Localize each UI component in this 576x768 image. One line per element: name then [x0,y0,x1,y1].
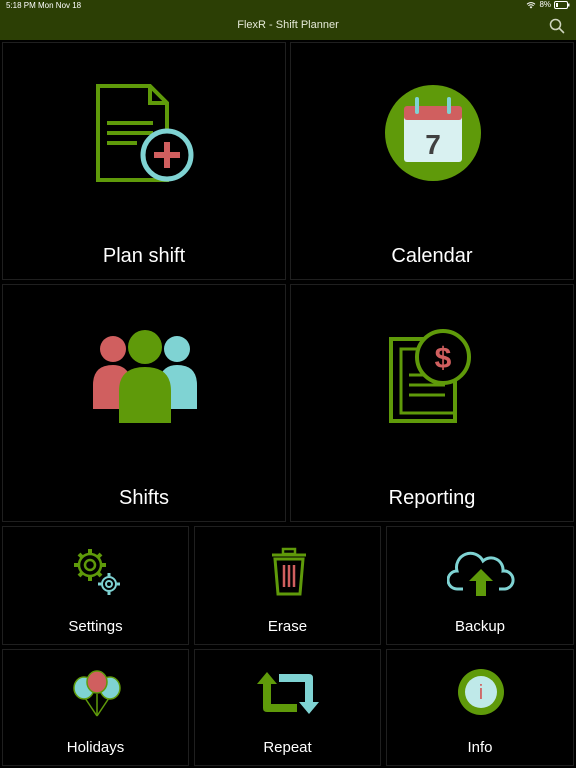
status-bar: 5:18 PM Mon Nov 18 8% [0,0,576,12]
calendar-label: Calendar [391,245,473,267]
plan-shift-tile[interactable]: Plan shift [2,42,286,280]
holidays-tile[interactable]: Holidays [2,649,189,766]
backup-label: Backup [454,618,506,635]
repeat-label: Repeat [263,739,312,756]
holidays-label: Holidays [66,739,125,756]
calendar-tile[interactable]: 7 Calendar [290,42,574,280]
nav-bar: FlexR - Shift Planner [0,12,576,40]
repeat-icon [257,672,319,714]
balloons-icon [73,670,121,717]
settings-label: Settings [68,618,123,635]
cloud-upload-icon [447,551,515,596]
info-symbol: i [479,682,483,704]
dollar-symbol: $ [435,342,452,375]
calendar-icon: 7 [385,85,481,181]
add-document-icon [96,84,194,182]
trash-icon [272,547,306,596]
erase-tile[interactable]: Erase [194,526,381,645]
gears-icon [74,549,120,595]
status-date: Mon Nov 18 [38,1,82,10]
repeat-tile[interactable]: Repeat [194,649,381,766]
battery-percent: 8% [539,0,551,9]
status-right: 8% [526,0,570,9]
calendar-day: 7 [425,129,441,160]
reporting-tile[interactable]: $ Reporting [290,284,574,522]
page-title: FlexR - Shift Planner [237,19,339,31]
info-label: Info [467,739,493,756]
search-icon[interactable] [548,17,566,35]
info-icon: i [458,669,504,715]
people-icon [93,330,197,423]
settings-tile[interactable]: Settings [2,526,189,645]
report-dollar-icon: $ [389,329,471,423]
info-tile[interactable]: i Info [386,649,574,766]
shifts-tile[interactable]: Shifts [2,284,286,522]
backup-tile[interactable]: Backup [386,526,574,645]
shifts-label: Shifts [118,487,170,509]
status-time: 5:18 PM [6,1,36,10]
battery-icon [554,0,570,9]
reporting-label: Reporting [388,487,476,509]
plan-shift-label: Plan shift [102,245,186,267]
erase-label: Erase [267,618,308,635]
wifi-icon [527,1,536,8]
